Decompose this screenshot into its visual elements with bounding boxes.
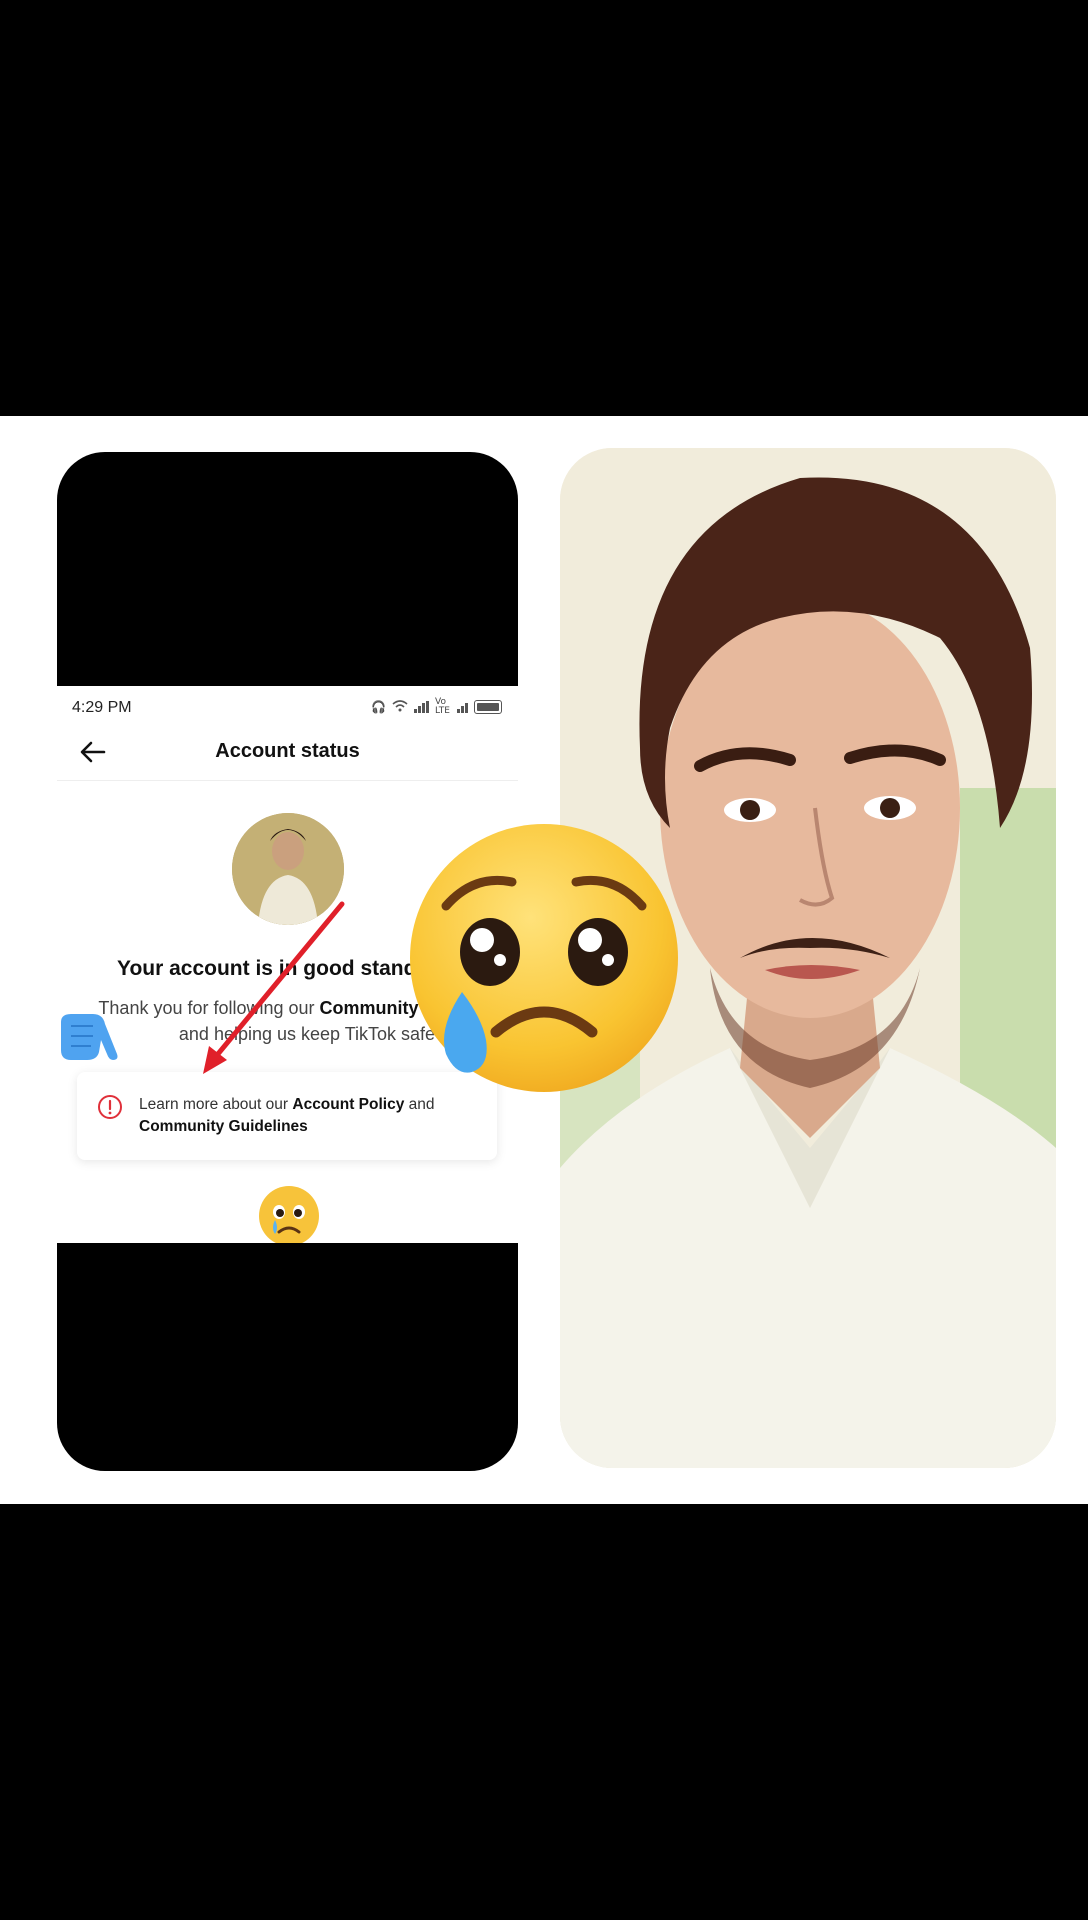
wifi-icon bbox=[392, 699, 408, 715]
page-title: Account status bbox=[215, 740, 360, 762]
body-suffix: and helping us keep TikTok safe bbox=[178, 1024, 436, 1044]
body-prefix: Thank you for following our bbox=[98, 998, 320, 1018]
signal-icon bbox=[414, 701, 429, 713]
avatar bbox=[232, 813, 344, 925]
status-bar: 4:29 PM 🎧 Vo LTE bbox=[57, 686, 518, 724]
network-label: Vo LTE bbox=[435, 697, 450, 716]
pointing-hand-emoji bbox=[61, 1014, 118, 1060]
sad-face-small-emoji bbox=[259, 1186, 319, 1246]
black-mask-top bbox=[57, 452, 518, 686]
info-mid: and bbox=[404, 1096, 435, 1113]
signal-icon-2 bbox=[457, 701, 468, 713]
info-text: Learn more about our Account Policy and … bbox=[139, 1094, 479, 1138]
black-mask-bottom bbox=[57, 1243, 518, 1471]
nav-bar: Account status bbox=[57, 724, 518, 781]
info-prefix: Learn more about our bbox=[139, 1096, 293, 1113]
status-icons: 🎧 Vo LTE bbox=[371, 698, 502, 716]
status-time: 4:29 PM bbox=[72, 699, 132, 716]
sad-tear-face-emoji bbox=[410, 824, 678, 1092]
account-policy-link[interactable]: Account Policy bbox=[292, 1096, 404, 1113]
headset-icon: 🎧 bbox=[371, 700, 386, 714]
community-guidelines-link-2[interactable]: Community Guidelines bbox=[139, 1118, 308, 1135]
battery-icon bbox=[474, 700, 502, 714]
exclamation-circle-icon bbox=[98, 1095, 122, 1119]
